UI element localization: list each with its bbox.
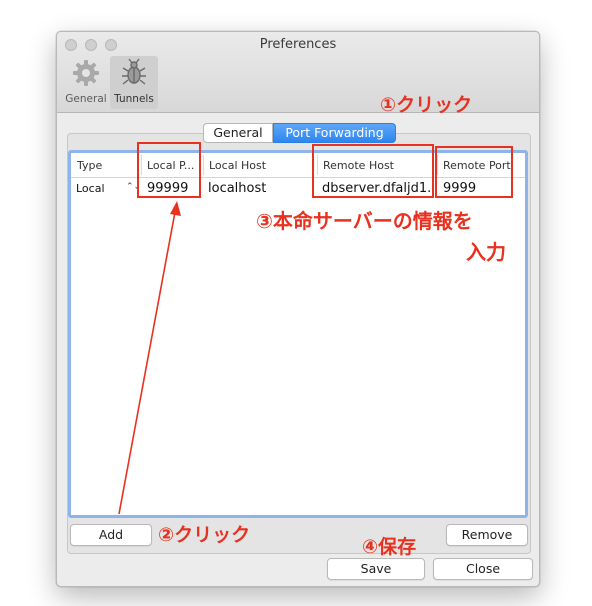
annotation-step2: ②クリック	[158, 524, 251, 546]
annotation-step3-line2: 入力	[466, 240, 506, 264]
annotation-step3-line1: ③本命サーバーの情報を	[256, 209, 473, 233]
annotation-step1: ①クリック	[380, 94, 473, 116]
annotation-arrow	[118, 201, 181, 515]
annotation-step4: ④保存	[362, 536, 417, 558]
